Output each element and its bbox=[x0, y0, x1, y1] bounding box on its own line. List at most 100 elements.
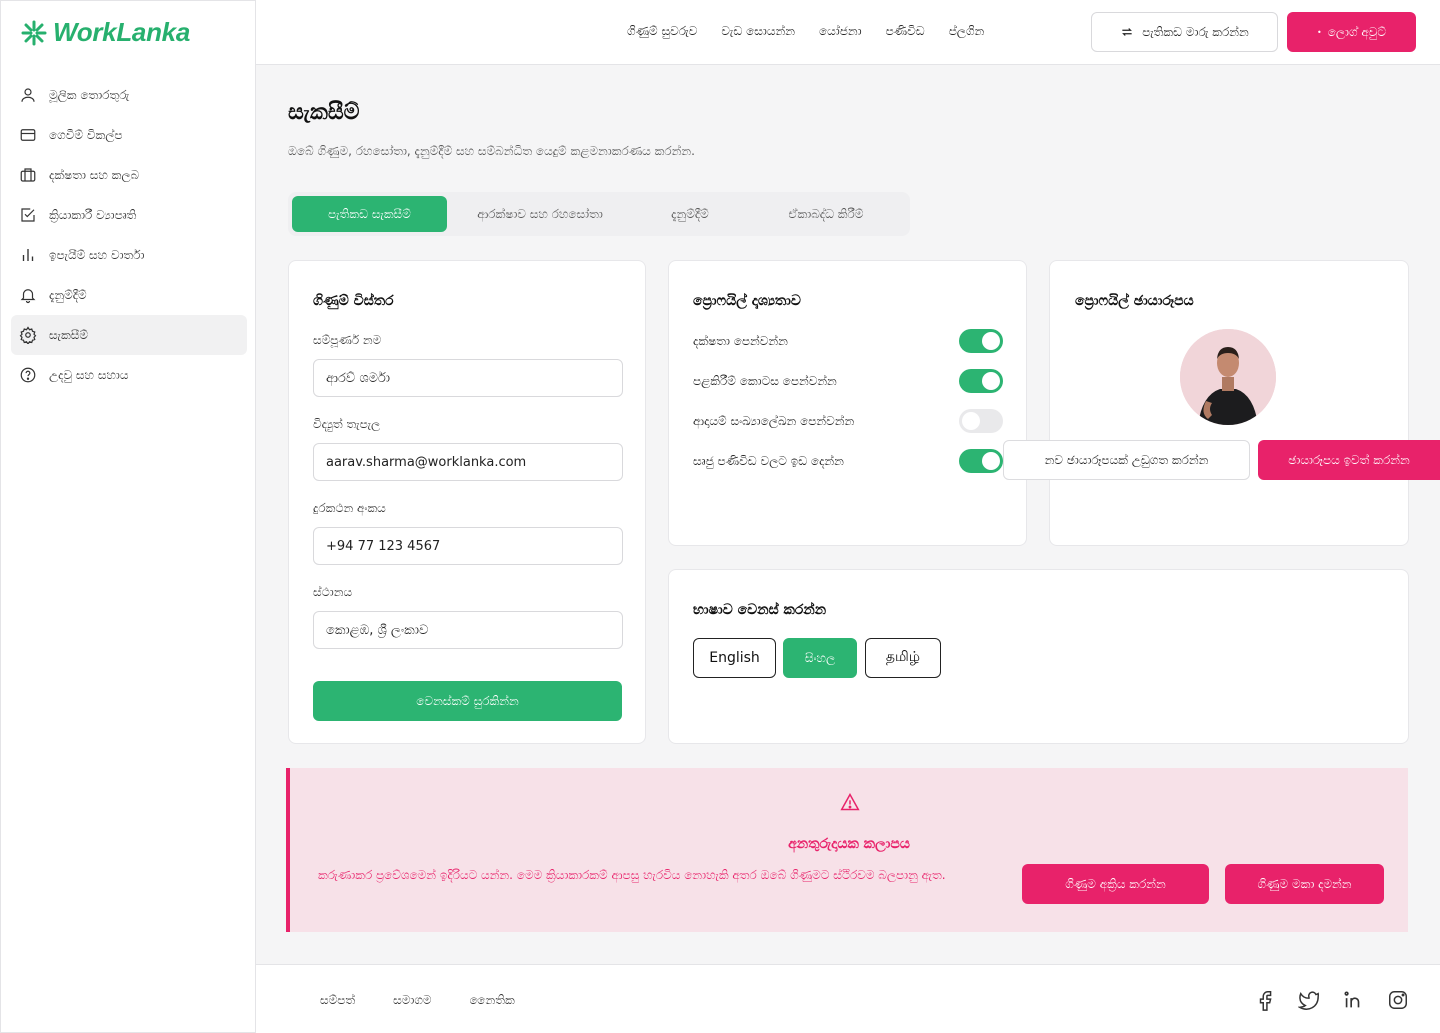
top-header: ගිණුම් සුවරුව වැඩ සොයන්න යෝජනා පණිවිඩ ප්… bbox=[256, 0, 1440, 65]
toggle-label: ආදායම් සංඛ්‍යාලේඛන පෙන්වන්න bbox=[693, 413, 855, 428]
checkbox-icon bbox=[21, 208, 35, 222]
top-nav-proposals[interactable]: යෝජනා bbox=[819, 24, 862, 39]
user-icon bbox=[21, 88, 35, 102]
tab-security-privacy[interactable]: ආරක්ෂාව සහ රහසෝතා bbox=[458, 196, 622, 232]
logout-button[interactable]: • ලොග් අවුට් bbox=[1287, 12, 1416, 52]
toggle-row-skills: දක්ෂතා පෙන්වන්න bbox=[693, 328, 1003, 354]
instagram-icon[interactable] bbox=[1387, 989, 1409, 1011]
sidebar-item-label: උදවු සහ සහාය bbox=[49, 367, 129, 382]
footer-link-resources[interactable]: සම්පත් bbox=[320, 993, 355, 1008]
email-input[interactable]: aarav.sharma@worklanka.com bbox=[313, 443, 623, 481]
sidebar-item-label: දැනුම්දීම් bbox=[49, 287, 87, 302]
profile-photo-title: ප්‍රොෆයිල් ඡායාරූපය bbox=[1075, 293, 1194, 309]
help-circle-icon bbox=[20, 367, 36, 383]
switch-arrows-icon bbox=[1122, 28, 1133, 36]
sidebar-item-label: සැකසීම් bbox=[49, 327, 88, 342]
avatar bbox=[1180, 329, 1276, 425]
credit-card-icon bbox=[20, 129, 36, 141]
danger-zone-title: අනතුරුදායක කලාපය bbox=[788, 836, 910, 852]
bar-chart-icon bbox=[22, 249, 34, 261]
top-nav: ගිණුම් සුවරුව වැඩ සොයන්න යෝජනා පණිවිඩ ප්… bbox=[627, 24, 984, 39]
facebook-icon[interactable] bbox=[1255, 989, 1277, 1011]
remove-photo-button[interactable]: ඡායාරූපය ඉවත් කරන්න bbox=[1258, 440, 1440, 480]
settings-tabs: පැතිකඩ සැකසීම් ආරක්ෂාව සහ රහසෝතා දැනුම්ද… bbox=[288, 192, 910, 236]
page-title: සැකසීම් bbox=[288, 100, 360, 125]
logout-dot-icon: • bbox=[1316, 27, 1322, 37]
briefcase-icon bbox=[20, 168, 36, 182]
page-subtitle: ඔබේ ගිණුම, රහසෝතා, දැනුම්දීම් සහ සම්බන්ධ… bbox=[288, 144, 695, 158]
lang-english-button[interactable]: English bbox=[693, 638, 776, 678]
sidebar-item-payment[interactable]: ගෙවීම් විකල්ප bbox=[11, 115, 247, 155]
lang-sinhala-button[interactable]: සිංහල bbox=[783, 638, 857, 678]
sidebar-item-help[interactable]: උදවු සහ සහාය bbox=[11, 355, 247, 395]
danger-zone-text: කරුණාකර ප්‍රවේශමෙන් ඉදිරියට යන්න. මෙම ක්… bbox=[318, 868, 946, 882]
show-earnings-toggle[interactable] bbox=[959, 409, 1003, 433]
top-nav-plugins[interactable]: ප්ලගින bbox=[949, 24, 985, 39]
footer-link-legal[interactable]: නෛතික bbox=[470, 993, 515, 1008]
upload-photo-button[interactable]: නව ඡායාරූපයක් උඩුගත කරන්න bbox=[1003, 440, 1250, 480]
sidebar-item-label: ඉපැයීම් සහ වාර්තා bbox=[49, 247, 145, 262]
sidebar-item-label: දක්ෂතා සහ කලබ bbox=[49, 167, 140, 182]
tab-profile-settings[interactable]: පැතිකඩ සැකසීම් bbox=[292, 196, 447, 232]
allow-messages-toggle[interactable] bbox=[959, 449, 1003, 473]
switch-profile-button[interactable]: පැතිකඩ මාරු කරන්න bbox=[1091, 12, 1278, 52]
show-portfolio-toggle[interactable] bbox=[959, 369, 1003, 393]
toggle-label: දක්ෂතා පෙන්වන්න bbox=[693, 333, 788, 348]
toggle-row-portfolio: පළකිරීම් කොටස පෙන්වන්න bbox=[693, 368, 1003, 394]
full-name-label: සම්පූර්ණ නම bbox=[313, 333, 382, 347]
language-card: භාෂාව වෙනස් කරන්න English සිංහල தமிழ் bbox=[668, 569, 1409, 744]
location-input[interactable]: කොළඹ, ශ්‍රී ලංකාව bbox=[313, 611, 623, 649]
footer-links: සම්පත් සමාගම නෛතික bbox=[320, 993, 515, 1008]
phone-label: දුරකථන අංකය bbox=[313, 501, 386, 515]
warning-triangle-icon bbox=[840, 792, 860, 811]
tab-integrations[interactable]: ඒකාබද්ධ කිරීම් bbox=[770, 196, 882, 232]
sidebar-item-label: ක්‍රියාකාරී ව්‍යාපෘති bbox=[49, 207, 137, 222]
sidebar-item-earnings[interactable]: ඉපැයීම් සහ වාර්තා bbox=[11, 235, 247, 275]
delete-account-button[interactable]: ගිණුම මකා දමන්න bbox=[1225, 864, 1384, 904]
logout-label: ලොග් අවුට් bbox=[1327, 24, 1387, 39]
save-changes-button[interactable]: වෙනස්කම් සුරකින්න bbox=[313, 681, 622, 721]
language-title: භාෂාව වෙනස් කරන්න bbox=[693, 602, 827, 618]
gear-icon bbox=[19, 326, 37, 344]
danger-zone: අනතුරුදායක කලාපය කරුණාකර ප්‍රවේශමෙන් ඉදි… bbox=[286, 768, 1408, 932]
account-details-title: ගිණුම් විස්තර bbox=[313, 293, 394, 309]
top-nav-messages[interactable]: පණිවිඩ bbox=[886, 24, 925, 39]
account-details-card: ගිණුම් විස්තර සම්පූර්ණ නම ආරව් ශර්මා විද… bbox=[288, 260, 646, 744]
sidebar-item-settings[interactable]: සැකසීම් bbox=[11, 315, 247, 355]
sidebar-nav: මූලික තොරතුරු ගෙවීම් විකල්ප දක්ෂතා සහ කල… bbox=[11, 75, 247, 395]
toggle-label: පළකිරීම් කොටස පෙන්වන්න bbox=[693, 373, 837, 388]
deactivate-account-button[interactable]: ගිණුම අක්‍රිය කරන්න bbox=[1022, 864, 1209, 904]
logo[interactable]: WorkLanka bbox=[21, 17, 190, 48]
sidebar-item-projects[interactable]: ක්‍රියාකාරී ව්‍යාපෘති bbox=[11, 195, 247, 235]
avatar-person-image bbox=[1180, 329, 1276, 425]
twitter-icon[interactable] bbox=[1298, 989, 1320, 1011]
logo-text: WorkLanka bbox=[53, 17, 190, 47]
toggle-row-messages: සෘජු පණිවිඩ වලට ඉඩ දෙන්න bbox=[693, 448, 1003, 474]
logo-asterisk-icon bbox=[21, 20, 47, 45]
sidebar-item-basic-info[interactable]: මූලික තොරතුරු bbox=[11, 75, 247, 115]
top-nav-dashboard[interactable]: ගිණුම් සුවරුව bbox=[627, 24, 697, 39]
bell-icon bbox=[20, 289, 36, 304]
footer-link-company[interactable]: සමාගම bbox=[393, 993, 431, 1008]
sidebar-item-label: ගෙවීම් විකල්ප bbox=[49, 127, 123, 142]
sidebar-item-label: මූලික තොරතුරු bbox=[49, 87, 130, 102]
full-name-input[interactable]: ආරව් ශර්මා bbox=[313, 359, 623, 397]
email-label: විද්‍යුත් තැපැල bbox=[313, 417, 381, 431]
switch-profile-label: පැතිකඩ මාරු කරන්න bbox=[1142, 24, 1249, 39]
profile-visibility-card: ප්‍රොෆයිල් දෘශ්‍යතාව දක්ෂතා පෙන්වන්න පළක… bbox=[668, 260, 1027, 546]
phone-input[interactable]: +94 77 123 4567 bbox=[313, 527, 623, 565]
sidebar: WorkLanka මූලික තොරතුරු ගෙවීම් විකල්ප දක… bbox=[0, 0, 256, 1033]
footer: සම්පත් සමාගම නෛතික bbox=[256, 964, 1440, 1033]
location-label: ස්ථානය bbox=[313, 585, 353, 599]
show-skills-toggle[interactable] bbox=[959, 329, 1003, 353]
sidebar-item-notifications[interactable]: දැනුම්දීම් bbox=[11, 275, 247, 315]
profile-photo-card: ප්‍රොෆයිල් ඡායාරූපය bbox=[1049, 260, 1409, 546]
sidebar-item-skills[interactable]: දක්ෂතා සහ කලබ bbox=[11, 155, 247, 195]
linkedin-icon[interactable] bbox=[1342, 989, 1364, 1011]
toggle-row-earnings: ආදායම් සංඛ්‍යාලේඛන පෙන්වන්න bbox=[693, 408, 1003, 434]
top-nav-find-work[interactable]: වැඩ සොයන්න bbox=[721, 24, 795, 39]
tab-notifications[interactable]: දැනුම්දීම් bbox=[640, 196, 740, 232]
profile-visibility-title: ප්‍රොෆයිල් දෘශ්‍යතාව bbox=[693, 293, 801, 309]
lang-tamil-button[interactable]: தமிழ் bbox=[865, 638, 941, 678]
toggle-label: සෘජු පණිවිඩ වලට ඉඩ දෙන්න bbox=[693, 453, 844, 468]
